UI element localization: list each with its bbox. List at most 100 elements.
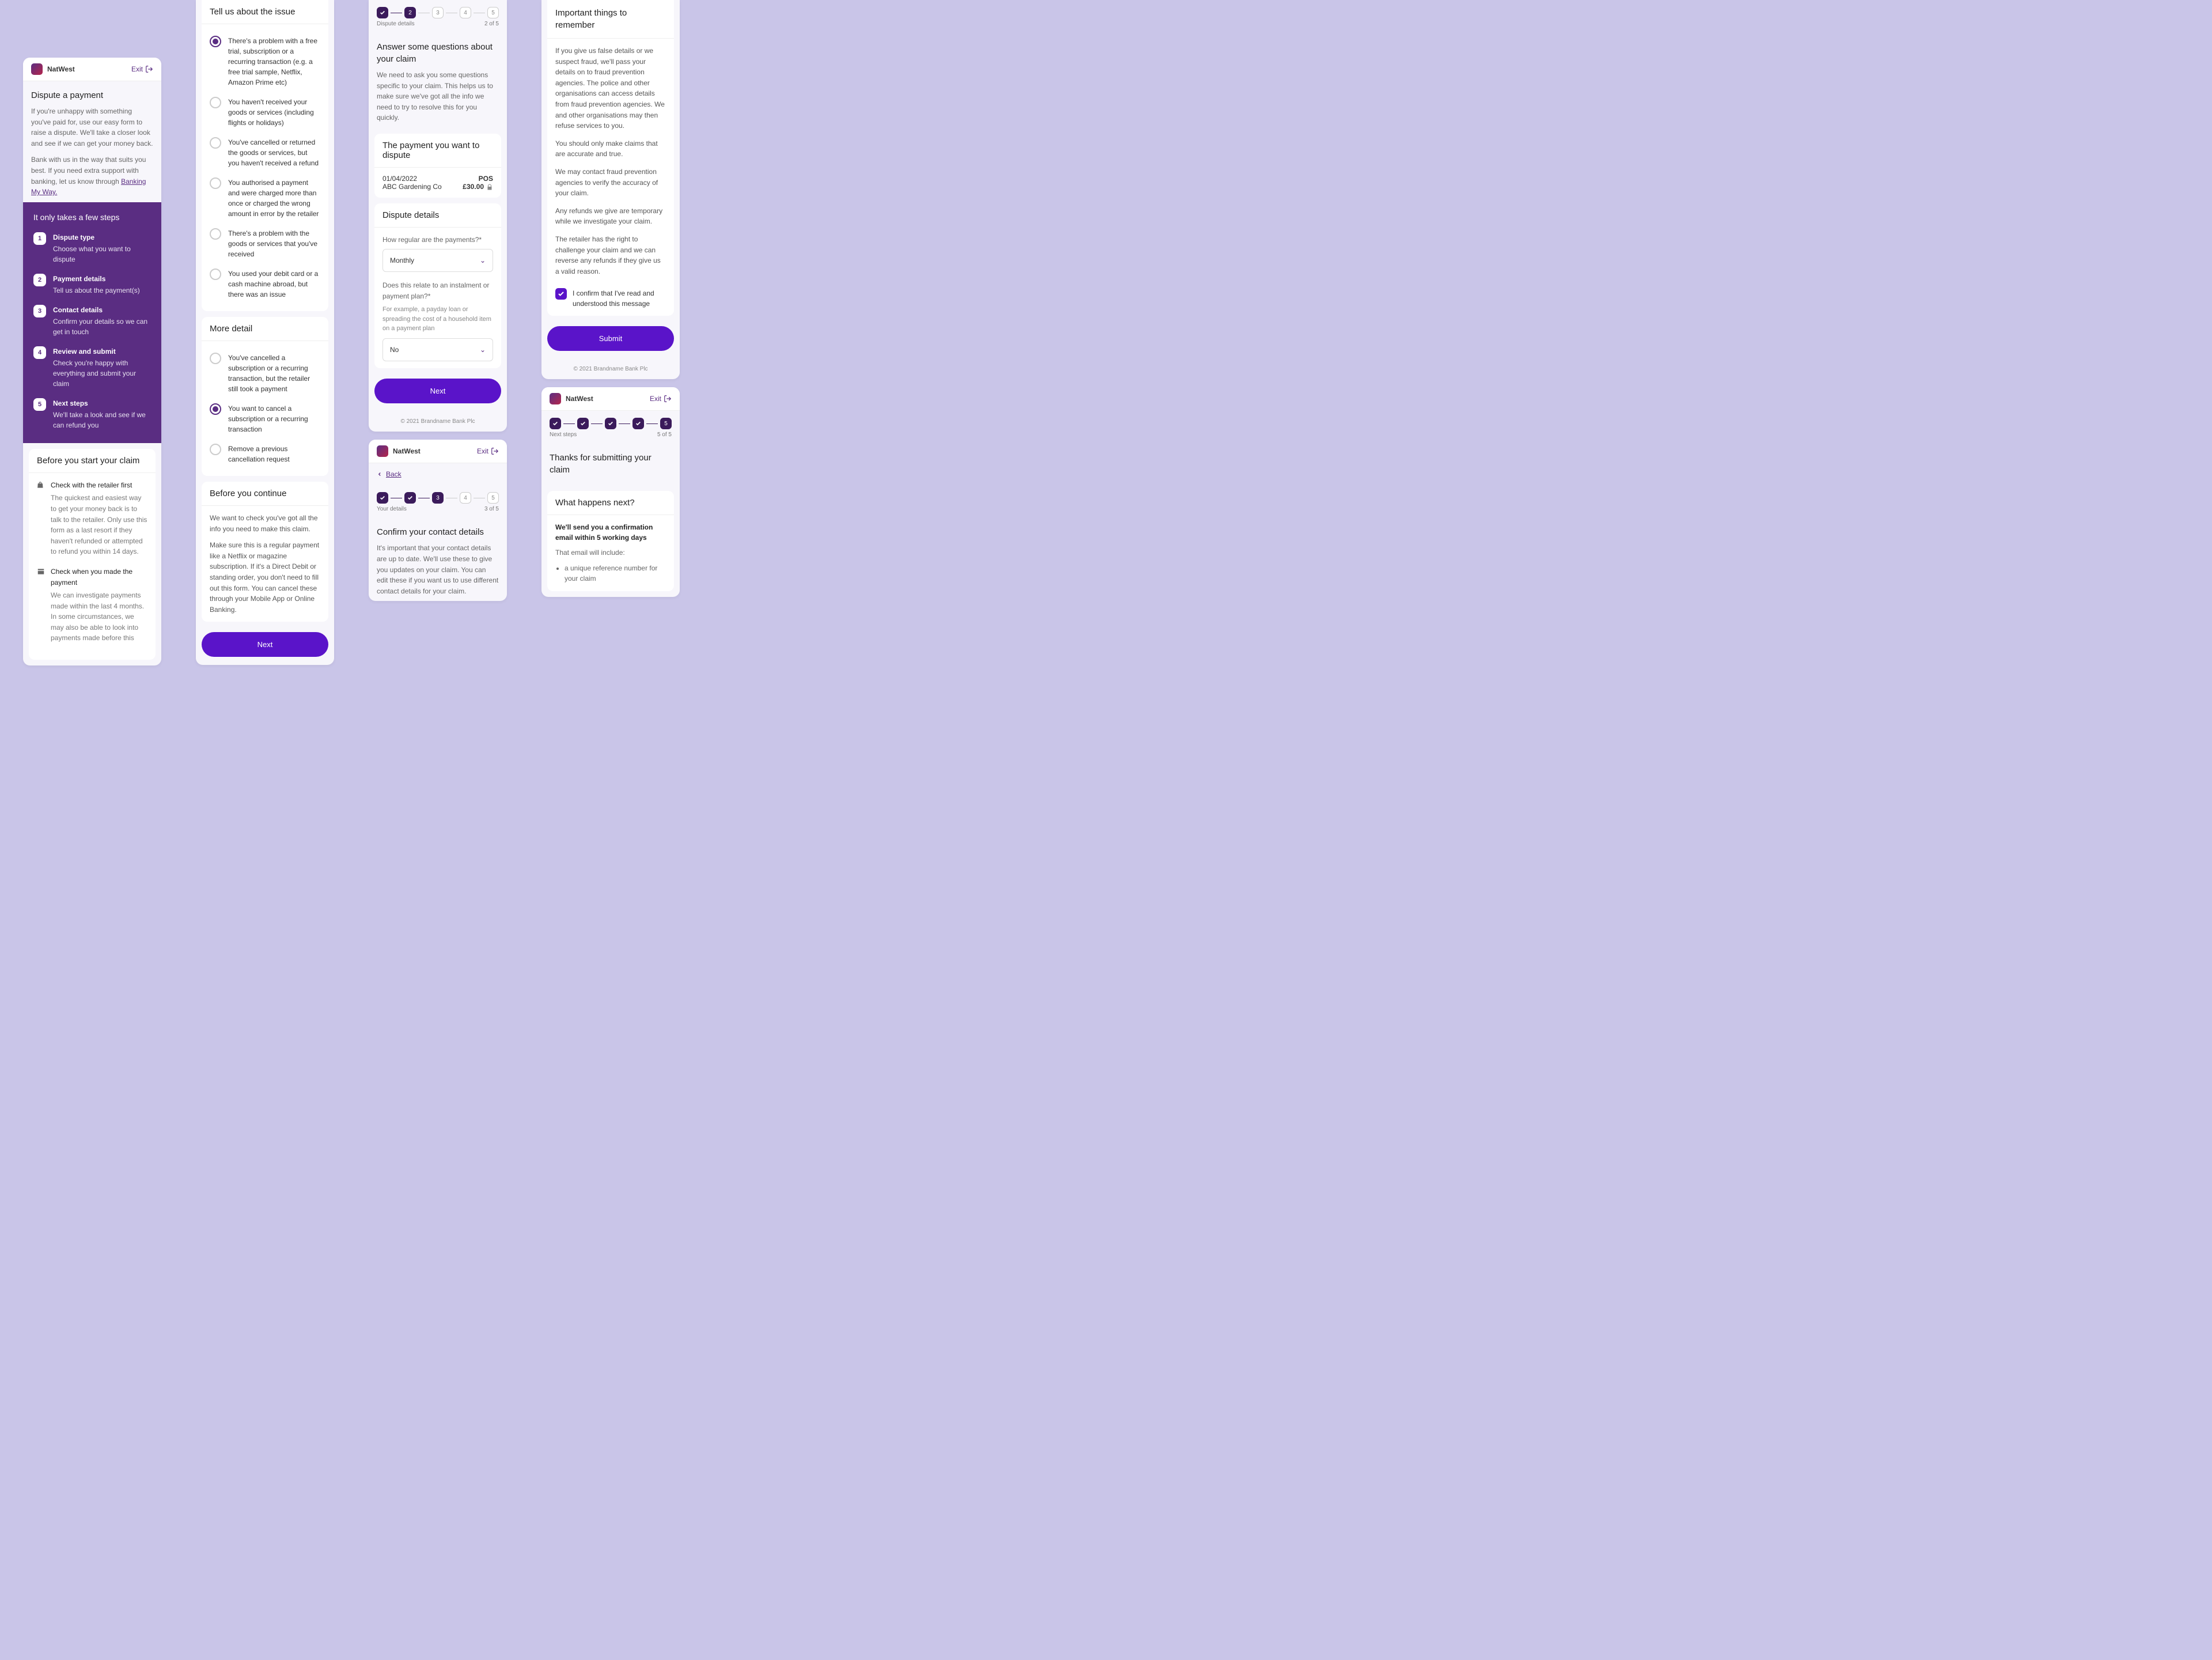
step-number: 4 — [33, 346, 46, 359]
issue-label: You authorised a payment and were charge… — [228, 177, 320, 219]
more-detail-title: More detail — [202, 317, 328, 341]
step-5: 5 — [487, 492, 499, 504]
payment-card-title: The payment you want to dispute — [374, 134, 501, 168]
app-header: NatWest Exit — [23, 58, 161, 81]
step-2-done — [577, 418, 589, 429]
what-happens-card: What happens next? We'll send you a conf… — [547, 491, 674, 591]
step-1-done — [377, 492, 388, 504]
step-count: 3 of 5 — [484, 506, 499, 512]
step-count: 5 of 5 — [657, 432, 672, 438]
radio-icon — [210, 177, 221, 189]
detail-option[interactable]: You've cancelled a subscription or a rec… — [210, 348, 320, 399]
issue-option[interactable]: You used your debit card or a cash machi… — [210, 264, 320, 304]
frequency-label: How regular are the payments?* — [382, 235, 493, 245]
issue-label: You used your debit card or a cash machi… — [228, 269, 320, 300]
screen-intro: NatWest Exit Dispute a payment If you're… — [23, 58, 161, 665]
issue-card: Tell us about the issue There's a proble… — [202, 0, 328, 311]
frequency-value: Monthly — [390, 255, 414, 266]
screen-dispute-details: 2 3 4 5 Dispute details2 of 5 Answer som… — [369, 0, 507, 432]
footer-copyright: © 2021 Brandname Bank Plc — [369, 411, 507, 432]
progress-stepper: 3 4 5 — [369, 485, 507, 506]
important-p: Any refunds we give are temporary while … — [555, 206, 666, 227]
radio-icon — [210, 403, 221, 415]
next-button[interactable]: Next — [202, 632, 328, 657]
step-5-active: 5 — [660, 418, 672, 429]
detail-option[interactable]: Remove a previous cancellation request — [210, 439, 320, 469]
important-card: Important things to remember If you give… — [547, 0, 674, 316]
radio-icon — [210, 228, 221, 240]
issue-option[interactable]: You've cancelled or returned the goods o… — [210, 133, 320, 173]
exit-label: Exit — [131, 65, 143, 73]
radio-icon — [210, 137, 221, 149]
issue-label: You've cancelled or returned the goods o… — [228, 137, 320, 168]
exit-button[interactable]: Exit — [650, 395, 672, 403]
questions-title: Answer some questions about your claim — [377, 41, 499, 65]
step-title: Dispute type — [53, 232, 151, 243]
submit-button[interactable]: Submit — [547, 326, 674, 351]
step-number: 2 — [33, 274, 46, 286]
whn-bullet: a unique reference number for your claim — [565, 563, 666, 584]
issue-option[interactable]: There's a problem with a free trial, sub… — [210, 31, 320, 92]
overview-step: 1Dispute typeChoose what you want to dis… — [33, 232, 151, 264]
app-header: NatWest Exit — [541, 387, 680, 411]
app-header: NatWest Exit — [369, 440, 507, 463]
step-title: Next steps — [53, 398, 151, 409]
before-continue-p2: Make sure this is a regular payment like… — [210, 540, 320, 615]
exit-label: Exit — [650, 395, 661, 403]
confirm-checkbox-row[interactable]: I confirm that I've read and understood … — [555, 283, 666, 309]
screen-important: Important things to remember If you give… — [541, 0, 680, 379]
before-continue-card: Before you continue We want to check you… — [202, 482, 328, 622]
chevron-down-icon: ⌄ — [480, 345, 486, 356]
before-item-title: Check when you made the payment — [51, 566, 147, 588]
bag-icon — [37, 481, 45, 489]
issue-title: Tell us about the issue — [202, 0, 328, 24]
detail-option[interactable]: You want to cancel a subscription or a r… — [210, 399, 320, 439]
checkbox-checked-icon — [555, 288, 567, 300]
step-title: Payment details — [53, 274, 140, 284]
next-button[interactable]: Next — [374, 379, 501, 403]
screen-thanks: NatWest Exit 5 Next steps5 of 5 Thanks f… — [541, 387, 680, 597]
issue-option[interactable]: There's a problem with the goods or serv… — [210, 224, 320, 264]
lock-icon — [486, 184, 493, 191]
step-3-done — [605, 418, 616, 429]
natwest-logo-icon — [550, 393, 561, 404]
payment-card: The payment you want to dispute 01/04/20… — [374, 134, 501, 198]
instalment-select[interactable]: No ⌄ — [382, 338, 493, 362]
natwest-logo-icon — [377, 445, 388, 457]
payment-type: POS — [479, 175, 493, 183]
radio-icon — [210, 36, 221, 47]
natwest-logo-icon — [31, 63, 43, 75]
overview-step: 2Payment detailsTell us about the paymen… — [33, 274, 151, 296]
frequency-select[interactable]: Monthly ⌄ — [382, 249, 493, 273]
step-label: Next steps — [550, 432, 577, 438]
whn-strong: We'll send you a confirmation email with… — [555, 522, 666, 543]
step-3: 3 — [432, 7, 444, 18]
overview-step: 3Contact detailsConfirm your details so … — [33, 305, 151, 337]
step-number: 3 — [33, 305, 46, 317]
radio-icon — [210, 444, 221, 455]
overview-step: 5Next stepsWe'll take a look and see if … — [33, 398, 151, 430]
more-detail-card: More detail You've cancelled a subscript… — [202, 317, 328, 476]
exit-button[interactable]: Exit — [477, 447, 499, 455]
important-p: You should only make claims that are acc… — [555, 138, 666, 160]
dispute-details-title: Dispute details — [374, 203, 501, 228]
before-continue-title: Before you continue — [202, 482, 328, 506]
issue-option[interactable]: You authorised a payment and were charge… — [210, 173, 320, 224]
whn-intro: That email will include: — [555, 547, 666, 558]
before-item: Check when you made the paymentWe can in… — [37, 566, 147, 644]
issue-label: There's a problem with the goods or serv… — [228, 228, 320, 259]
intro-p2: Bank with us in the way that suits you b… — [31, 154, 153, 197]
step-1-done — [550, 418, 561, 429]
what-happens-title: What happens next? — [547, 491, 674, 515]
steps-title: It only takes a few steps — [33, 213, 151, 222]
back-button[interactable]: Back — [369, 463, 507, 485]
issue-option[interactable]: You haven't received your goods or servi… — [210, 92, 320, 133]
step-label: Dispute details — [377, 21, 415, 27]
payment-date: 01/04/2022 — [382, 175, 442, 183]
dispute-details-card: Dispute details How regular are the paym… — [374, 203, 501, 368]
detail-label: Remove a previous cancellation request — [228, 444, 320, 464]
before-item-desc: The quickest and easiest way to get your… — [51, 493, 147, 557]
before-continue-p1: We want to check you've got all the info… — [210, 513, 320, 534]
brand: NatWest — [31, 63, 75, 75]
exit-button[interactable]: Exit — [131, 65, 153, 73]
